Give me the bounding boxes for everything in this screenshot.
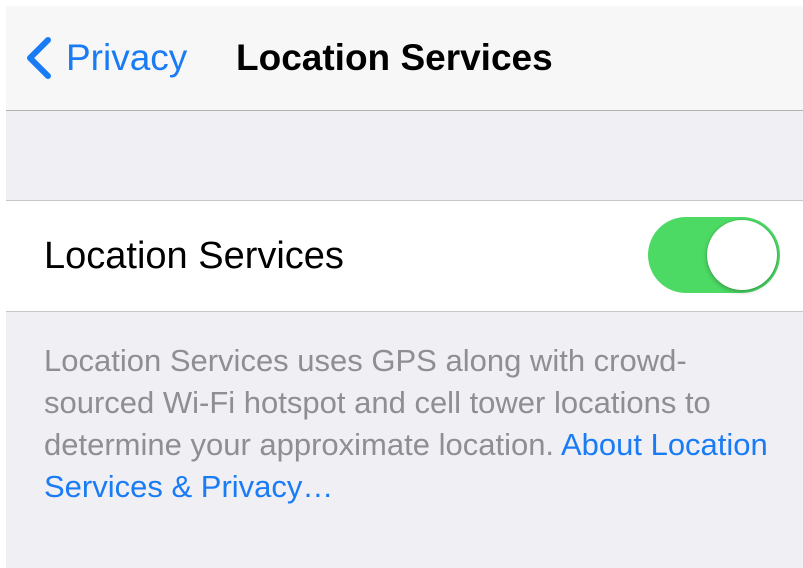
page-title: Location Services	[236, 37, 553, 78]
back-button-label: Privacy	[66, 37, 188, 78]
navigation-bar: Privacy Location Services	[6, 6, 803, 111]
location-services-footer: Location Services uses GPS along with cr…	[44, 340, 784, 508]
chevron-left-icon	[24, 36, 54, 80]
toggle-knob	[707, 220, 777, 290]
location-services-toggle[interactable]	[648, 217, 780, 293]
back-button[interactable]: Privacy	[24, 30, 187, 86]
location-services-label: Location Services	[44, 235, 344, 277]
location-services-row: Location Services	[6, 200, 803, 312]
settings-screen: Privacy Location Services Location Servi…	[6, 6, 803, 568]
